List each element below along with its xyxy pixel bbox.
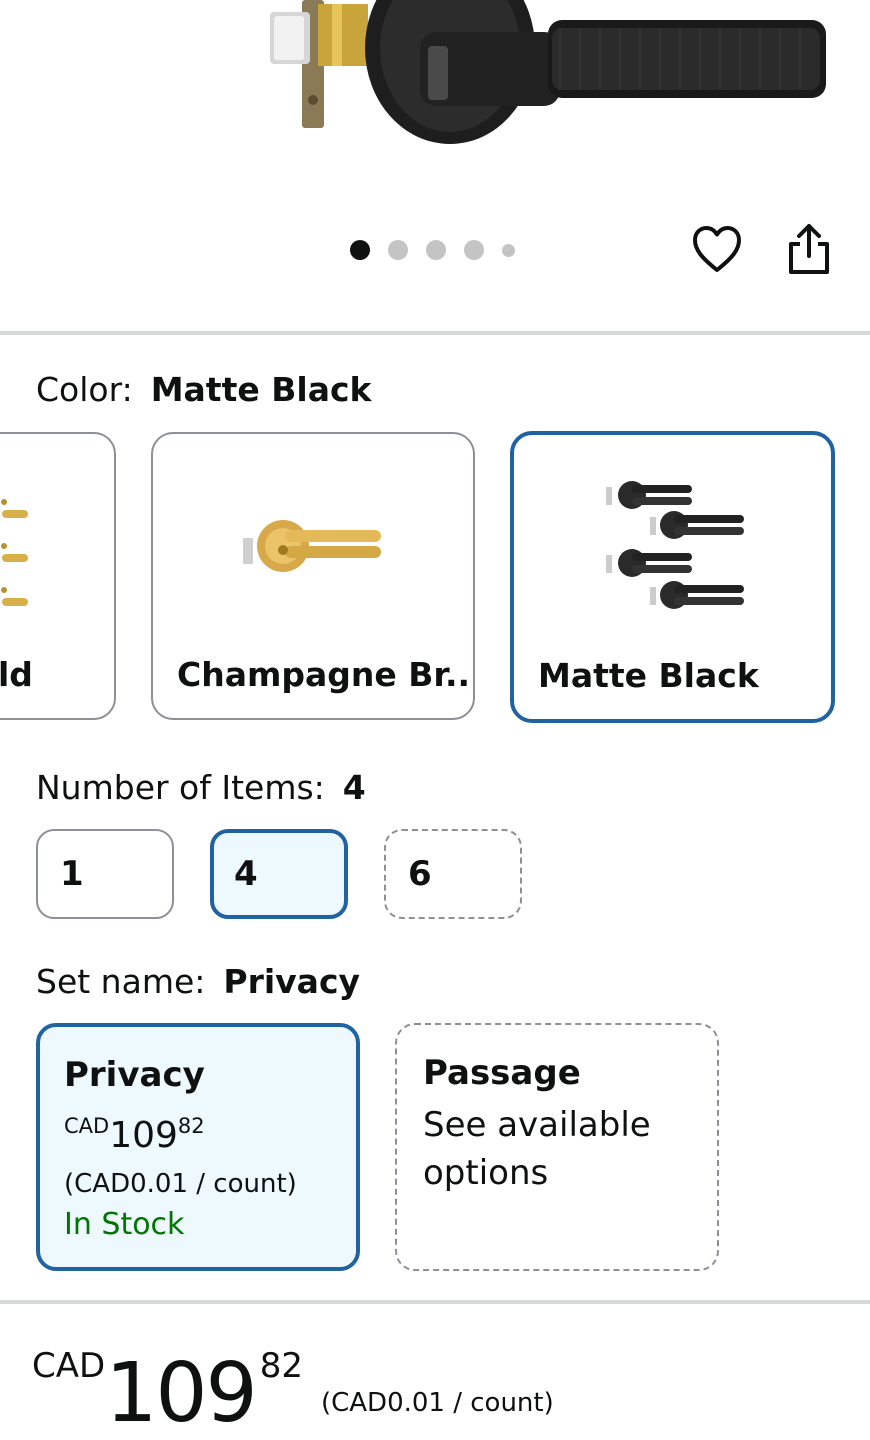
- carousel-dot-1[interactable]: [350, 240, 370, 260]
- carousel-dot-4[interactable]: [464, 240, 484, 260]
- color-option-name: Champagne Br...: [177, 655, 475, 694]
- section-divider: [0, 1300, 870, 1304]
- price-cents: 82: [177, 1114, 205, 1138]
- price-whole: 109: [105, 1346, 258, 1440]
- color-option-gold[interactable]: ld: [0, 432, 116, 720]
- price-whole: 109: [109, 1115, 178, 1156]
- set-option-privacy[interactable]: Privacy CAD10982 (CAD0.01 / count) In St…: [36, 1023, 360, 1271]
- image-carousel-indicator[interactable]: [350, 240, 515, 260]
- set-option-title: Privacy: [64, 1055, 205, 1095]
- carousel-dot-2[interactable]: [388, 240, 408, 260]
- items-label: Number of Items:: [36, 768, 325, 807]
- product-price: CAD109 82(CAD0.01 / count): [32, 1346, 554, 1435]
- selected-items: 4: [342, 768, 366, 807]
- set-option-unit-price: (CAD0.01 / count): [64, 1169, 297, 1199]
- share-icon: [789, 224, 829, 274]
- stock-status: In Stock: [64, 1207, 185, 1242]
- carousel-dot-5[interactable]: [502, 243, 515, 257]
- selected-set-name: Privacy: [223, 962, 361, 1001]
- add-to-wishlist-button[interactable]: [692, 224, 742, 276]
- share-button[interactable]: [786, 222, 832, 276]
- items-option-label: 4: [234, 854, 258, 894]
- set-option-passage[interactable]: Passage See available options: [395, 1023, 719, 1271]
- price-currency: CAD: [32, 1346, 106, 1386]
- matte-black-lever-image: [606, 481, 744, 609]
- section-divider: [0, 331, 870, 335]
- selected-color: Matte Black: [150, 370, 372, 409]
- carousel-dot-3[interactable]: [426, 240, 446, 260]
- gold-lever-image: [1, 499, 28, 606]
- items-option-6[interactable]: 6: [384, 829, 522, 919]
- set-name-label: Set name:: [36, 962, 206, 1001]
- champagne-lever-image: [243, 520, 381, 572]
- price-currency: CAD: [64, 1114, 110, 1138]
- set-option-title: Passage: [423, 1053, 581, 1093]
- color-label-row: Color: Matte Black: [36, 370, 371, 409]
- color-option-name: Matte Black: [538, 656, 759, 695]
- see-available-options-text: See available options: [423, 1105, 651, 1193]
- color-option-champagne[interactable]: Champagne Br...: [151, 432, 475, 720]
- items-option-1[interactable]: 1: [36, 829, 174, 919]
- color-option-matte-black[interactable]: Matte Black: [510, 431, 835, 723]
- color-label: Color:: [36, 370, 133, 409]
- heart-outline-icon: [693, 226, 741, 272]
- set-option-price: CAD10982: [64, 1103, 332, 1159]
- product-image[interactable]: [0, 0, 870, 200]
- color-option-name: ld: [0, 655, 33, 694]
- price-cents: 82: [259, 1346, 303, 1386]
- set-name-label-row: Set name: Privacy: [36, 962, 360, 1001]
- lever-4: [650, 581, 744, 609]
- lever-2: [650, 511, 744, 539]
- product-detail-page: Color: Matte Black ld Champagne Br... Ma…: [0, 0, 870, 1440]
- unit-price: (CAD0.01 / count): [320, 1388, 554, 1418]
- items-label-row: Number of Items: 4: [36, 768, 366, 807]
- items-option-label: 1: [60, 854, 84, 894]
- lever-1: [606, 481, 692, 509]
- items-option-4[interactable]: 4: [210, 829, 348, 919]
- lever-3: [606, 549, 692, 577]
- items-option-label: 6: [408, 854, 432, 894]
- door-lever-image: [270, 0, 826, 144]
